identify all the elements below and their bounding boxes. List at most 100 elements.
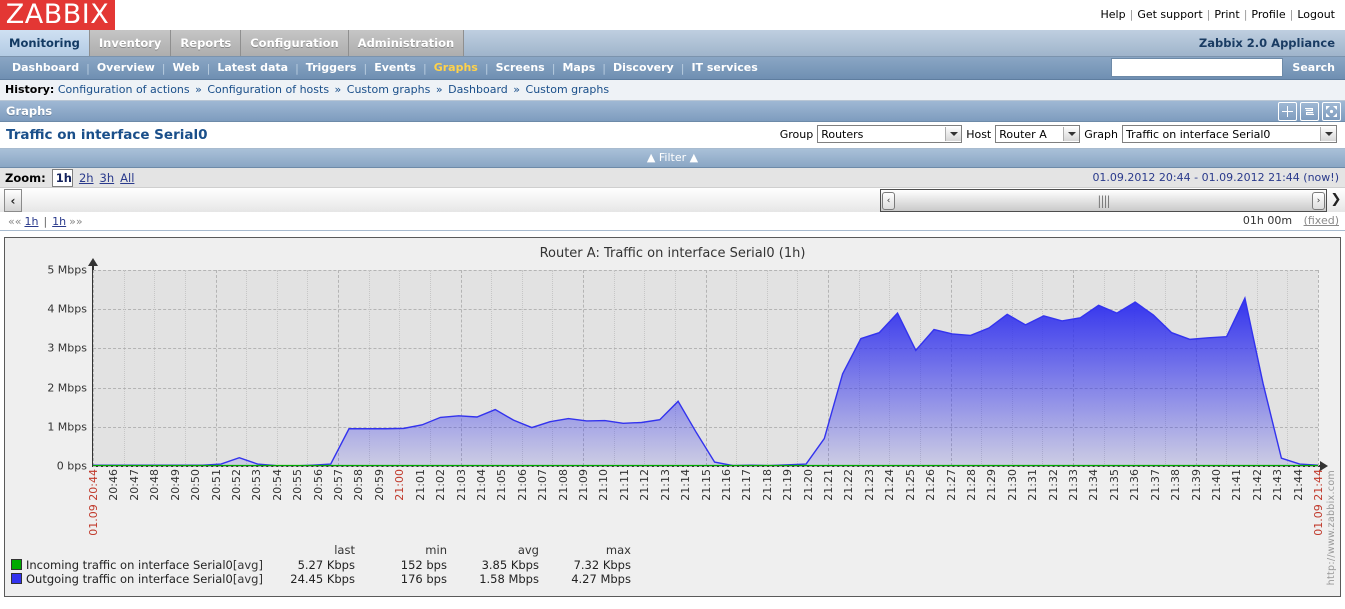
sub-menu-links: Dashboard | Overview | Web | Latest data | T… bbox=[0, 57, 765, 79]
x-tick-label: 21:26 bbox=[924, 469, 938, 501]
fixed-toggle[interactable]: (fixed) bbox=[1304, 214, 1339, 227]
x-tick-label: 21:17 bbox=[740, 469, 754, 501]
breadcrumb-item-4[interactable]: Custom graphs bbox=[526, 83, 610, 96]
menu-item-configuration[interactable]: Configuration bbox=[241, 30, 349, 56]
slider-handle-right[interactable]: › bbox=[1312, 192, 1325, 210]
x-tick-label: 21:18 bbox=[760, 469, 774, 501]
x-tick-label: 21:20 bbox=[801, 469, 815, 501]
x-tick-label: 20:47 bbox=[127, 469, 141, 501]
zoom-row: Zoom: 1h 2h 3h All 01.09.2012 20:44 - 01… bbox=[0, 168, 1345, 188]
history-label: History: bbox=[5, 83, 55, 96]
zoom-option-all[interactable]: All bbox=[120, 171, 134, 185]
profile-link[interactable]: Profile bbox=[1251, 8, 1285, 21]
legend-max-value: 4.27 Mbps bbox=[571, 572, 631, 586]
link-separator: | bbox=[1289, 8, 1294, 21]
host-label: Host bbox=[966, 127, 992, 141]
breadcrumb-item-0[interactable]: Configuration of actions bbox=[58, 83, 190, 96]
breadcrumb-separator: » bbox=[195, 83, 202, 96]
legend-row-incoming: Incoming traffic on interface Serial0 [a… bbox=[11, 558, 631, 572]
nav-prev-1h[interactable]: 1h bbox=[24, 215, 38, 228]
y-axis-arrow-icon bbox=[88, 258, 98, 266]
breadcrumb-item-2[interactable]: Custom graphs bbox=[347, 83, 431, 96]
legend-name-cell: Incoming traffic on interface Serial0 bbox=[11, 558, 233, 572]
y-tick-label: 3 Mbps bbox=[47, 341, 87, 355]
submenu-item-overview[interactable]: Overview bbox=[90, 57, 162, 79]
slider-thumb[interactable]: ‹ |||| › bbox=[880, 189, 1327, 212]
x-tick-label: 21:13 bbox=[658, 469, 672, 501]
menu-item-reports[interactable]: Reports bbox=[171, 30, 242, 56]
x-tick-label: 21:09 bbox=[577, 469, 590, 501]
legend-color-swatch bbox=[11, 559, 22, 570]
nav-prev-all[interactable]: «« bbox=[5, 215, 24, 228]
x-tick-label: 20:54 bbox=[270, 469, 284, 501]
submenu-item-dashboard[interactable]: Dashboard bbox=[5, 57, 86, 79]
breadcrumb-item-3[interactable]: Dashboard bbox=[448, 83, 508, 96]
x-tick-label: 21:11 bbox=[617, 469, 631, 501]
refresh-icon[interactable] bbox=[1300, 102, 1319, 121]
chevron-down-icon bbox=[1063, 127, 1080, 141]
slider-handle-left[interactable]: ‹ bbox=[882, 192, 895, 210]
breadcrumb-item-1[interactable]: Configuration of hosts bbox=[207, 83, 329, 96]
time-nav-row: «« 1h | 1h »» 01h 00m (fixed) bbox=[0, 212, 1345, 230]
submenu-item-screens[interactable]: Screens bbox=[489, 57, 552, 79]
filter-label: Filter bbox=[658, 151, 687, 164]
host-select[interactable]: Router A bbox=[995, 125, 1081, 143]
x-tick-label: 21:34 bbox=[1087, 469, 1101, 501]
group-select[interactable]: Routers bbox=[817, 125, 963, 143]
submenu-item-events[interactable]: Events bbox=[367, 57, 423, 79]
search-button[interactable]: Search bbox=[1286, 59, 1341, 76]
x-tick-label: 21:02 bbox=[434, 469, 448, 501]
x-tick-label: 01.09 20:44 bbox=[87, 469, 100, 536]
menu-item-administration[interactable]: Administration bbox=[348, 30, 465, 56]
series-area-outgoing bbox=[93, 298, 1318, 466]
legend-last-value: 5.27 Kbps bbox=[297, 558, 355, 572]
date-from: 01.09.2012 20:44 bbox=[1092, 171, 1191, 184]
legend-spacer bbox=[233, 543, 263, 558]
submenu-item-graphs[interactable]: Graphs bbox=[427, 57, 485, 79]
x-tick-label: 21:22 bbox=[842, 469, 856, 501]
legend-header-avg: avg bbox=[517, 543, 539, 557]
x-tick-label: 21:12 bbox=[638, 469, 652, 501]
nav-next-1h[interactable]: 1h bbox=[52, 215, 66, 228]
zoom-panel: Zoom: 1h 2h 3h All 01.09.2012 20:44 - 01… bbox=[0, 168, 1345, 231]
slider-next-button[interactable]: ❯ bbox=[1329, 189, 1343, 210]
legend-row-outgoing: Outgoing traffic on interface Serial0 [a… bbox=[11, 572, 631, 586]
slider-track[interactable]: ‹ |||| › bbox=[24, 189, 1327, 212]
page-header-bar: Graphs bbox=[0, 101, 1345, 122]
x-tick-label: 21:44 bbox=[1291, 469, 1305, 501]
x-tick-label: 21:29 bbox=[985, 469, 999, 501]
legend-series-name: Incoming traffic on interface Serial0 bbox=[26, 558, 233, 572]
submenu-item-maps[interactable]: Maps bbox=[555, 57, 602, 79]
graph-select[interactable]: Traffic on interface Serial0 bbox=[1122, 125, 1337, 143]
nav-next-all[interactable]: »» bbox=[66, 215, 85, 228]
submenu-item-latest-data[interactable]: Latest data bbox=[210, 57, 295, 79]
filter-bar[interactable]: ▲ Filter ▲ bbox=[0, 149, 1345, 168]
date-dash: - bbox=[1194, 171, 1199, 184]
filter-toggle[interactable]: ▲ Filter ▲ bbox=[647, 149, 698, 167]
x-tick-label: 21:21 bbox=[822, 469, 835, 501]
add-icon[interactable] bbox=[1278, 102, 1297, 121]
slider-prev-button[interactable]: ‹ bbox=[4, 189, 22, 212]
zoom-option-1h[interactable]: 1h bbox=[51, 168, 73, 187]
fullscreen-icon[interactable] bbox=[1322, 102, 1341, 121]
menu-item-inventory[interactable]: Inventory bbox=[89, 30, 172, 56]
menu-item-monitoring[interactable]: Monitoring bbox=[0, 30, 90, 56]
logout-link[interactable]: Logout bbox=[1297, 8, 1335, 21]
search-input[interactable] bbox=[1111, 58, 1284, 77]
help-link[interactable]: Help bbox=[1101, 8, 1126, 21]
x-tick-label: 21:43 bbox=[1271, 469, 1285, 501]
print-link[interactable]: Print bbox=[1214, 8, 1239, 21]
x-tick-label: 20:53 bbox=[250, 469, 264, 501]
get-support-link[interactable]: Get support bbox=[1137, 8, 1202, 21]
legend-last-value: 24.45 Kbps bbox=[290, 572, 355, 586]
zoom-option-2h[interactable]: 2h bbox=[79, 171, 94, 185]
submenu-item-triggers[interactable]: Triggers bbox=[299, 57, 364, 79]
legend-avg-value: 3.85 Kbps bbox=[481, 558, 539, 572]
submenu-item-it-services[interactable]: IT services bbox=[684, 57, 764, 79]
x-tick-label: 21:06 bbox=[515, 469, 529, 501]
top-bar: ZABBIX Help | Get support | Print | Profile | Lo… bbox=[0, 0, 1345, 30]
zabbix-logo: ZABBIX bbox=[0, 0, 115, 30]
submenu-item-discovery[interactable]: Discovery bbox=[606, 57, 681, 79]
zoom-option-3h[interactable]: 3h bbox=[100, 171, 115, 185]
submenu-item-web[interactable]: Web bbox=[166, 57, 207, 79]
